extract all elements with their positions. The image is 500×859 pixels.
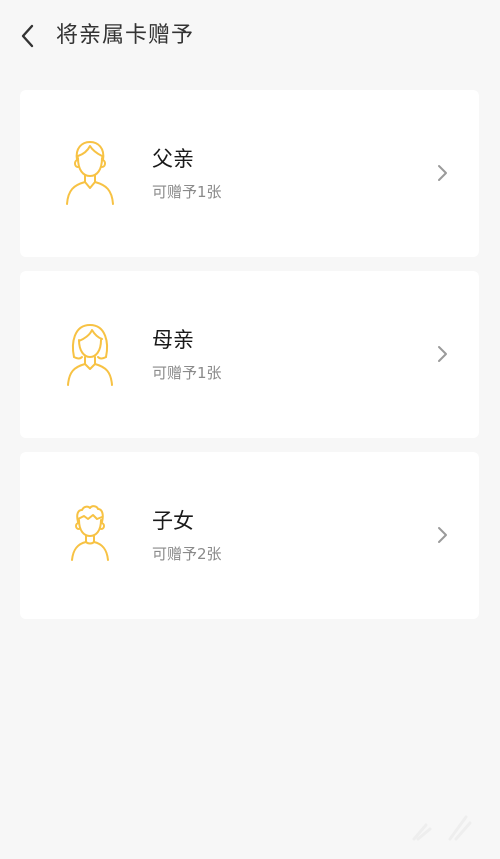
chevron-right-icon [438, 346, 447, 362]
relative-card-mother[interactable]: 母亲 可赠予1张 [20, 271, 479, 438]
relative-card-father[interactable]: 父亲 可赠予1张 [20, 90, 479, 257]
chevron-right-icon [438, 165, 447, 181]
relative-name: 母亲 [152, 328, 194, 352]
relative-name: 子女 [152, 509, 194, 533]
relative-card-children[interactable]: 子女 可赠予2张 [20, 452, 479, 619]
relative-name: 父亲 [152, 147, 194, 171]
mother-avatar-icon [67, 324, 113, 386]
relative-quota: 可赠予1张 [152, 183, 222, 201]
chevron-left-icon [21, 24, 34, 48]
back-button[interactable] [10, 18, 46, 54]
child-avatar-icon [71, 505, 109, 561]
father-avatar-icon [66, 141, 114, 205]
chevron-right-icon [438, 527, 447, 543]
relative-quota: 可赠予1张 [152, 364, 222, 382]
watermark-icon [412, 815, 472, 841]
relative-quota: 可赠予2张 [152, 545, 222, 563]
header-bar: 将亲属卡赠予 [0, 0, 500, 72]
page-title: 将亲属卡赠予 [56, 23, 195, 48]
